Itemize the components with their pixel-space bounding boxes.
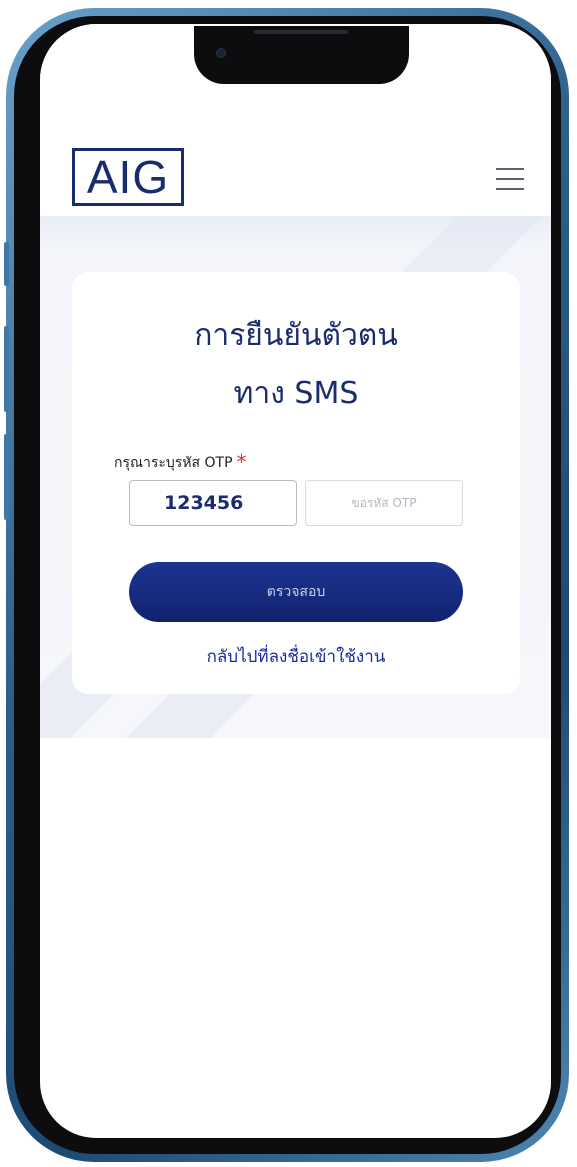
volume-down-button <box>4 434 9 520</box>
logo-text: AIG <box>86 151 170 203</box>
verify-button[interactable]: ตรวจสอบ <box>129 562 463 622</box>
front-camera <box>216 48 226 58</box>
otp-label-text: กรุณาระบุรหัส OTP <box>114 455 233 471</box>
page-title-line2: ทาง SMS <box>233 376 359 411</box>
required-asterisk: * <box>236 450 247 474</box>
verify-button-label: ตรวจสอบ <box>266 584 326 600</box>
volume-up-button <box>4 326 9 412</box>
otp-field-label: กรุณาระบุรหัส OTP * <box>114 450 247 474</box>
request-otp-label: ขอรหัส OTP <box>351 495 417 510</box>
hamburger-menu-icon[interactable] <box>496 168 524 190</box>
page-title-line1: การยืนยันตัวตน <box>194 318 398 353</box>
speaker-grille <box>254 30 348 34</box>
otp-input[interactable] <box>129 480 297 526</box>
aig-logo[interactable]: AIG <box>72 148 184 206</box>
mute-switch <box>4 242 9 286</box>
back-to-login-link[interactable]: กลับไปที่ลงชื่อเข้าใช้งาน <box>72 643 520 670</box>
phone-screen: AIG การยืนยันตัวตน ทาง SMS กรุณาระบุรหัส… <box>40 24 551 1138</box>
main-content: การยืนยันตัวตน ทาง SMS กรุณาระบุรหัส OTP… <box>40 216 551 738</box>
phone-notch <box>194 26 409 84</box>
otp-card: การยืนยันตัวตน ทาง SMS กรุณาระบุรหัส OTP… <box>72 272 520 694</box>
request-otp-button[interactable]: ขอรหัส OTP <box>305 480 463 526</box>
